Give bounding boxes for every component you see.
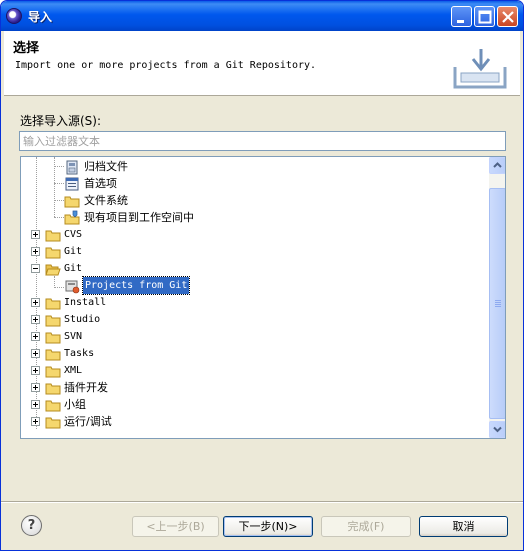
page-title: 选择 [13,41,40,56]
tree-item-team[interactable]: 小组 [21,396,487,413]
tree-item-label: 首选项 [84,177,117,190]
expand-toggle[interactable] [31,247,40,256]
maximize-button[interactable] [474,6,495,27]
tree-item-git[interactable]: Git [21,243,487,260]
tree-item-label: Projects from Git [81,276,191,295]
expand-toggle[interactable] [31,383,40,392]
tree-item-run-debug[interactable]: 运行/调试 [21,413,487,430]
footer-separator [1,501,523,503]
maximize-icon [478,10,492,24]
help-button[interactable]: ? [21,515,42,536]
tree-item-label: Git [64,263,83,274]
tree-item-label: 归档文件 [84,160,128,173]
tree-item-label: 插件开发 [64,381,108,394]
tree-item-cvs[interactable]: CVS [21,226,487,243]
project-folder-icon [64,210,80,225]
next-button[interactable]: 下一步(N)> [223,516,313,537]
tree-item-projects-from-git[interactable]: Projects from Git [21,276,487,295]
folder-icon [45,230,61,242]
expand-toggle[interactable] [31,349,40,358]
tree-item-label: Git [64,246,83,257]
chevron-up-icon [493,162,502,168]
select-source-label: 选择导入源(S): [20,114,102,128]
tree-item-label: SVN [64,331,83,342]
preferences-icon [65,177,79,191]
grip-line [495,300,501,301]
import-wizard-window: 导入 选择 Import one or more projects from a… [0,0,524,551]
tree-item-label: 小组 [64,398,86,411]
tree-item-label: 文件系统 [84,194,128,207]
tree-item-label: 运行/调试 [64,415,112,428]
tree-item-label: Studio [64,314,101,325]
tree-item-tasks[interactable]: Tasks [21,345,487,362]
folder-icon [45,366,61,378]
tree-item-label: Install [64,297,107,308]
tree-scrollbar[interactable] [489,157,505,438]
expand-toggle[interactable] [31,417,40,426]
close-button[interactable] [497,6,518,27]
folder-icon [45,315,61,327]
import-wizard-icon [451,45,509,91]
tree-item-plugin-development[interactable]: 插件开发 [21,379,487,396]
folder-icon [45,349,61,361]
tree-item-label: Tasks [64,348,95,359]
expand-toggle[interactable] [31,332,40,341]
folder-icon [45,332,61,344]
finish-button[interactable]: 完成(F) [321,516,411,537]
folder-icon [45,417,61,429]
expand-toggle[interactable] [31,298,40,307]
open-folder-icon [45,264,61,276]
scroll-down-button[interactable] [489,421,505,438]
folder-icon [64,196,80,208]
tree-item-label: 现有项目到工作空间中 [84,211,194,224]
tree-item-install[interactable]: Install [21,294,487,311]
collapse-toggle[interactable] [31,264,40,273]
minimize-button[interactable] [451,6,472,27]
grip-line [495,306,501,307]
filter-input[interactable] [19,131,506,151]
close-icon [502,11,514,23]
folder-icon [45,400,61,412]
scroll-up-button[interactable] [489,157,505,174]
grip-line [495,302,501,303]
minimize-icon [457,20,464,23]
folder-icon [45,247,61,259]
chevron-down-icon [493,426,502,433]
title-bar[interactable]: 导入 [1,1,523,31]
grip-line [495,304,501,305]
window-title: 导入 [28,10,53,24]
wizard-header: 选择 Import one or more projects from a Gi… [4,31,520,96]
expand-toggle[interactable] [31,230,40,239]
tree-item-file-system[interactable]: 文件系统 [21,192,487,209]
tree-item-git-expanded[interactable]: Git [21,260,487,277]
folder-icon [45,383,61,395]
import-source-tree[interactable]: 归档文件 首选项 文件系统 现有项目到工作空间中 CVS Git Git Pro… [20,156,506,439]
page-description: Import one or more projects from a Git R… [15,60,317,71]
scroll-thumb[interactable] [489,188,505,419]
tree-item-label: XML [64,365,83,376]
tree-item-xml[interactable]: XML [21,362,487,379]
expand-toggle[interactable] [31,315,40,324]
tree-item-studio[interactable]: Studio [21,311,487,328]
expand-toggle[interactable] [31,400,40,409]
cancel-button[interactable]: 取消 [419,516,508,537]
back-button[interactable]: <上一步(B) [132,516,219,537]
git-repository-icon [65,280,80,294]
tree-item-preferences[interactable]: 首选项 [21,175,487,192]
tree-item-label: CVS [64,229,83,240]
folder-icon [45,298,61,310]
tree-item-archive[interactable]: 归档文件 [21,158,487,175]
tree-item-existing-projects[interactable]: 现有项目到工作空间中 [21,209,487,226]
tree-item-svn[interactable]: SVN [21,328,487,345]
archive-icon [66,160,78,175]
eclipse-icon [6,8,22,24]
expand-toggle[interactable] [31,366,40,375]
